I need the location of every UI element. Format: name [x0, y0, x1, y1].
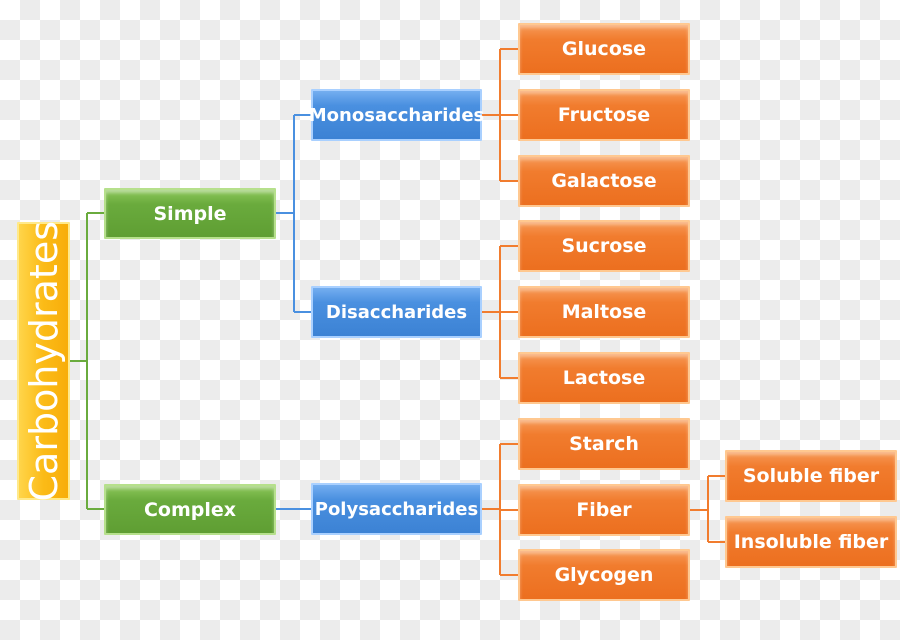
node-complex: Complex	[104, 484, 276, 535]
node-starch: Starch	[518, 418, 690, 470]
node-polysaccharides: Polysaccharides	[311, 483, 482, 535]
node-disaccharides: Disaccharides	[311, 286, 482, 338]
node-fiber: Fiber	[518, 484, 690, 536]
node-simple: Simple	[104, 188, 276, 239]
node-insoluble-fiber: Insoluble fiber	[725, 516, 897, 568]
node-galactose: Galactose	[518, 155, 690, 207]
node-maltose: Maltose	[518, 286, 690, 338]
node-label: Carbohydrates	[21, 220, 66, 502]
node-glycogen: Glycogen	[518, 549, 690, 601]
node-soluble-fiber: Soluble fiber	[725, 450, 897, 502]
node-monosaccharides: Monosaccharides	[309, 89, 484, 141]
node-glucose: Glucose	[518, 23, 690, 75]
node-lactose: Lactose	[518, 352, 690, 404]
node-carbohydrates: Carbohydrates	[17, 220, 70, 502]
node-fructose: Fructose	[518, 89, 690, 141]
node-sucrose: Sucrose	[518, 220, 690, 272]
